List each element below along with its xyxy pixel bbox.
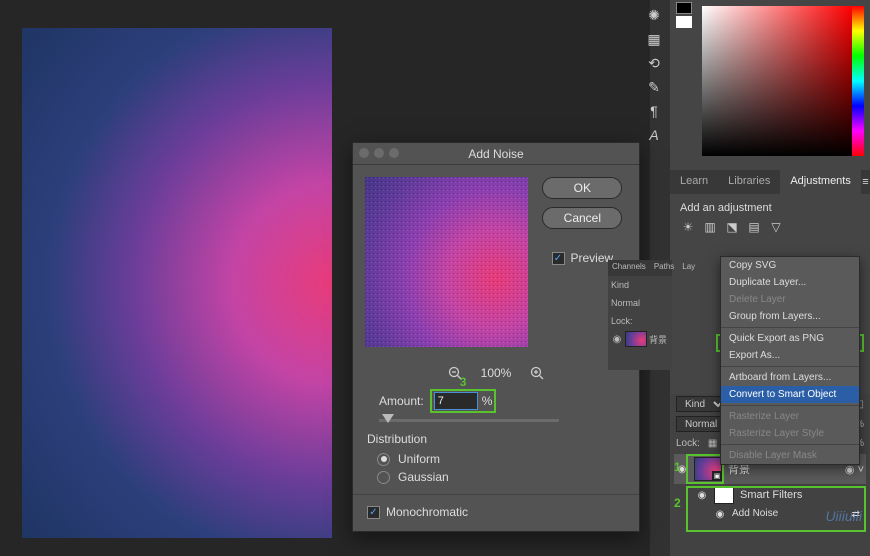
wheel-icon[interactable]: ✺ [642, 4, 666, 26]
fg-swatch[interactable] [676, 2, 692, 14]
ctx-group[interactable]: Group from Layers... [721, 308, 859, 325]
curves-icon[interactable]: ⬔ [724, 220, 740, 234]
vibrance-icon[interactable]: ▽ [768, 220, 784, 234]
filter-options-icon[interactable]: ⇄ [852, 509, 860, 520]
annotation-3: 3 [460, 375, 467, 389]
history-icon[interactable]: ⟲ [642, 52, 666, 74]
tab-learn[interactable]: Learn [670, 170, 718, 194]
amount-unit: % [482, 394, 493, 408]
annotation-1: 1 [674, 460, 681, 474]
exposure-icon[interactable]: ▤ [746, 220, 762, 234]
add-noise-dialog: Add Noise OK Cancel ✓ Preview 100% Amoun… [352, 142, 640, 532]
ctx-rasterize: Rasterize Layer [721, 408, 859, 425]
preview-label: Preview [571, 251, 614, 265]
smart-filters-label: Smart Filters [740, 489, 802, 501]
dialog-title-text: Add Noise [468, 147, 523, 161]
filter-add-noise-row[interactable]: ◉Add Noise ⇄ [674, 506, 866, 522]
preview-checkbox[interactable]: ✓ [552, 252, 565, 265]
bg-swatch[interactable] [676, 16, 692, 28]
window-controls[interactable] [359, 148, 399, 158]
gaussian-radio[interactable] [377, 471, 390, 484]
ctx-artboard[interactable]: Artboard from Layers... [721, 369, 859, 386]
sf-visibility[interactable]: ◉ [696, 489, 708, 501]
ok-button[interactable]: OK [542, 177, 622, 199]
layer-thumbnail[interactable]: ▣ [694, 457, 722, 481]
slider-thumb[interactable] [382, 414, 394, 423]
tab-adjustments[interactable]: Adjustments [780, 170, 861, 194]
distribution-label: Distribution [367, 432, 639, 446]
zoom-in-icon[interactable] [529, 365, 545, 381]
amount-label: Amount: [379, 394, 424, 408]
cancel-button[interactable]: Cancel [542, 207, 622, 229]
ctx-duplicate[interactable]: Duplicate Layer... [721, 274, 859, 291]
mono-label: Monochromatic [386, 505, 468, 519]
ctx-delete: Delete Layer [721, 291, 859, 308]
dialog-titlebar[interactable]: Add Noise [353, 143, 639, 165]
ctx-rasterize-style: Rasterize Layer Style [721, 425, 859, 442]
annotation-2: 2 [674, 496, 681, 510]
ctx-export-as[interactable]: Export As... [721, 347, 859, 364]
ctx-convert-smart-object[interactable]: Convert to Smart Object [721, 386, 859, 403]
amount-highlight: 3 % [430, 389, 497, 413]
document-artwork [22, 28, 332, 538]
filter-visibility[interactable]: ◉ [714, 508, 726, 520]
ctx-quick-export[interactable]: Quick Export as PNG [721, 330, 859, 347]
gaussian-label: Gaussian [398, 470, 449, 484]
smart-object-badge: ▣ [712, 471, 722, 481]
amount-input[interactable] [434, 392, 478, 410]
panel-menu-icon[interactable]: ≡ [861, 170, 870, 194]
vertical-toolbar: ✺ ▦ ⟲ ✎ ¶ A [642, 0, 670, 200]
adjustments-title: Add an adjustment [680, 202, 860, 214]
uniform-label: Uniform [398, 452, 440, 466]
levels-icon[interactable]: ▥ [702, 220, 718, 234]
tab-paths[interactable]: Paths [650, 260, 678, 276]
type-icon[interactable]: A [642, 124, 666, 146]
amount-slider[interactable] [379, 419, 559, 422]
mono-checkbox[interactable]: ✓ [367, 506, 380, 519]
zoom-value: 100% [481, 366, 512, 380]
layer-thumb-mini[interactable] [625, 331, 647, 347]
filter-mask-thumb[interactable] [714, 486, 734, 504]
tab-libraries[interactable]: Libraries [718, 170, 780, 194]
layer-context-menu: Copy SVG Duplicate Layer... Delete Layer… [720, 256, 860, 465]
tab-lay[interactable]: Lay [678, 260, 699, 276]
hue-slider[interactable] [852, 6, 864, 156]
eye-icon[interactable]: ◉ [611, 333, 623, 345]
swatches-icon[interactable]: ▦ [642, 28, 666, 50]
layers-mini-panel: Channels Paths Lay Kind Normal Lock: ◉背景 [608, 260, 672, 370]
noise-preview[interactable] [365, 177, 528, 347]
paragraph-icon[interactable]: ¶ [642, 100, 666, 122]
color-field[interactable] [702, 6, 852, 156]
brightness-icon[interactable]: ☀ [680, 220, 696, 234]
adjustment-icons: ☀ ▥ ⬔ ▤ ▽ [680, 220, 860, 234]
color-panel [670, 0, 870, 170]
brush-icon[interactable]: ✎ [642, 76, 666, 98]
ctx-disable-mask: Disable Layer Mask [721, 447, 859, 464]
ctx-copy-svg[interactable]: Copy SVG [721, 257, 859, 274]
smart-filters-row[interactable]: ◉ Smart Filters [674, 484, 866, 506]
uniform-radio[interactable] [377, 453, 390, 466]
tab-channels[interactable]: Channels [608, 260, 650, 276]
